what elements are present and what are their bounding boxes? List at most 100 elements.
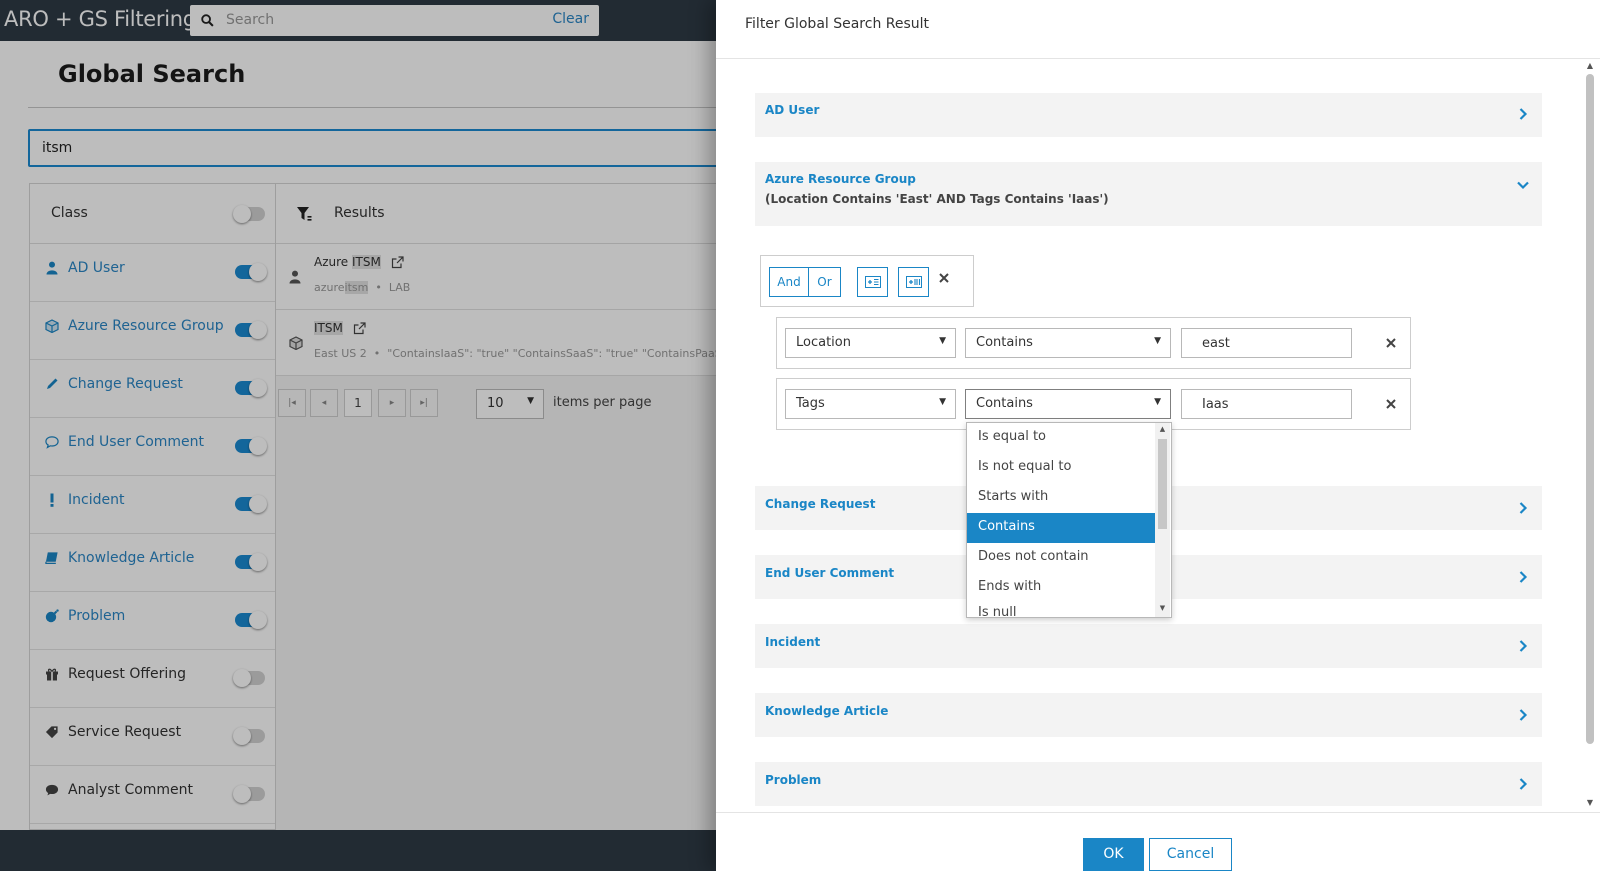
- class-item-analyst-comment[interactable]: Analyst Comment: [30, 766, 275, 824]
- filter-icon[interactable]: [296, 206, 313, 222]
- class-toggle[interactable]: [233, 785, 265, 803]
- next-page-button[interactable]: ▸: [378, 389, 406, 417]
- dropdown-option[interactable]: Starts with: [967, 483, 1155, 513]
- divider: [716, 58, 1600, 59]
- page-size-select[interactable]: 10 ▼: [476, 389, 544, 419]
- dropdown-scrollbar[interactable]: ▲ ▼: [1155, 423, 1170, 617]
- class-item-label: Incident: [68, 492, 125, 508]
- book-icon: [45, 551, 59, 565]
- class-toggle[interactable]: [235, 321, 267, 339]
- class-item-end-user-comment[interactable]: End User Comment: [30, 418, 275, 476]
- dropdown-option[interactable]: Ends with: [967, 573, 1155, 603]
- page-number-button[interactable]: 1: [344, 389, 372, 417]
- pencil-icon: [45, 377, 59, 391]
- value-input[interactable]: [1181, 328, 1352, 358]
- value-input[interactable]: [1181, 389, 1352, 419]
- section-knowledge-article[interactable]: Knowledge Article: [755, 693, 1542, 737]
- scroll-up-icon[interactable]: ▲: [1155, 425, 1170, 433]
- user-icon: [45, 261, 59, 275]
- and-button[interactable]: And: [769, 267, 809, 297]
- class-item-incident[interactable]: Incident: [30, 476, 275, 534]
- add-group-button[interactable]: [898, 267, 929, 297]
- dropdown-option-selected[interactable]: Contains: [967, 513, 1155, 543]
- scroll-thumb[interactable]: [1158, 439, 1167, 529]
- result-title-prefix: Azure: [314, 255, 352, 269]
- class-toggle[interactable]: [233, 727, 265, 745]
- close-icon[interactable]: [937, 271, 951, 285]
- field-select[interactable]: Tags ▼: [785, 389, 956, 419]
- class-toggle[interactable]: [235, 495, 267, 513]
- dialog-scrollbar[interactable]: ▲ ▼: [1582, 60, 1598, 810]
- add-expression-button[interactable]: [857, 267, 888, 297]
- result-sub-prefix: azure: [314, 281, 345, 294]
- dropdown-option[interactable]: Is equal to: [967, 423, 1155, 453]
- last-page-button[interactable]: ▸|: [410, 389, 438, 417]
- class-toggle[interactable]: [235, 553, 267, 571]
- or-button[interactable]: Or: [808, 267, 841, 297]
- operator-select[interactable]: Contains ▼: [965, 389, 1171, 419]
- section-ad-user[interactable]: AD User: [755, 93, 1542, 137]
- caret-down-icon: ▼: [1154, 397, 1161, 407]
- operator-select[interactable]: Contains ▼: [965, 328, 1171, 358]
- scroll-down-icon[interactable]: ▼: [1155, 604, 1170, 612]
- class-item-label: Azure Resource Group: [68, 318, 224, 334]
- field-select-value: Tags: [796, 396, 825, 411]
- global-search-input[interactable]: [28, 129, 728, 167]
- add-group-icon: [905, 276, 922, 288]
- search-placeholder[interactable]: Search: [226, 12, 274, 28]
- class-header: Class: [30, 184, 275, 244]
- remove-condition-icon[interactable]: [1384, 397, 1398, 411]
- field-select[interactable]: Location ▼: [785, 328, 956, 358]
- scroll-down-icon[interactable]: ▼: [1582, 797, 1598, 809]
- first-page-button[interactable]: |◂: [278, 389, 306, 417]
- operator-select-value: Contains: [976, 396, 1033, 411]
- class-item-service-request[interactable]: Service Request: [30, 708, 275, 766]
- external-link-icon[interactable]: [391, 256, 404, 269]
- result-title-highlight: ITSM: [351, 255, 381, 269]
- class-all-toggle[interactable]: [233, 205, 265, 223]
- dropdown-option[interactable]: Is null: [967, 603, 1155, 617]
- top-search-box[interactable]: Search Clear: [190, 5, 599, 36]
- section-incident[interactable]: Incident: [755, 624, 1542, 668]
- result-subtitle: azureitsm • LAB: [314, 281, 410, 294]
- remove-condition-icon[interactable]: [1384, 336, 1398, 350]
- result-row[interactable]: ITSM East US 2 • "ContainsIaaS": "true" …: [276, 310, 716, 376]
- scroll-thumb[interactable]: [1586, 74, 1594, 744]
- logic-toolbar: And Or: [760, 255, 974, 307]
- class-toggle[interactable]: [235, 263, 267, 281]
- result-title[interactable]: Azure ITSM: [314, 255, 404, 269]
- dialog-title: Filter Global Search Result: [745, 16, 930, 32]
- class-item-azure-resource-group[interactable]: Azure Resource Group: [30, 302, 275, 360]
- section-label: AD User: [765, 103, 820, 117]
- class-item-request-offering[interactable]: Request Offering: [30, 650, 275, 708]
- result-row[interactable]: Azure ITSM azureitsm • LAB: [276, 244, 716, 310]
- class-toggle[interactable]: [235, 611, 267, 629]
- cancel-button[interactable]: Cancel: [1149, 838, 1232, 871]
- dropdown-option[interactable]: Is not equal to: [967, 453, 1155, 483]
- class-item-ad-user[interactable]: AD User: [30, 244, 275, 302]
- chevron-right-icon: [1519, 778, 1528, 790]
- section-label: End User Comment: [765, 566, 895, 580]
- scroll-up-icon[interactable]: ▲: [1582, 60, 1598, 72]
- prev-page-button[interactable]: ◂: [310, 389, 338, 417]
- class-toggle[interactable]: [235, 379, 267, 397]
- clear-search-button[interactable]: Clear: [552, 11, 589, 27]
- result-title[interactable]: ITSM: [314, 321, 366, 335]
- class-toggle[interactable]: [233, 669, 265, 687]
- class-item-knowledge-article[interactable]: Knowledge Article: [30, 534, 275, 592]
- section-azure-resource-group[interactable]: Azure Resource Group (Location Contains …: [755, 162, 1542, 226]
- result-sub-separator: •: [375, 281, 382, 294]
- class-item-label: AD User: [68, 260, 125, 276]
- result-sub-rest: LAB: [388, 281, 411, 294]
- ok-button[interactable]: OK: [1083, 838, 1144, 871]
- caret-down-icon: ▼: [527, 396, 534, 406]
- class-item-problem[interactable]: Problem: [30, 592, 275, 650]
- section-problem[interactable]: Problem: [755, 762, 1542, 806]
- chevron-right-icon: [1519, 709, 1528, 721]
- class-toggle[interactable]: [235, 437, 267, 455]
- external-link-icon[interactable]: [353, 322, 366, 335]
- divider: [716, 812, 1600, 813]
- dropdown-option[interactable]: Does not contain: [967, 543, 1155, 573]
- class-item-change-request[interactable]: Change Request: [30, 360, 275, 418]
- chevron-down-icon: [1517, 181, 1529, 190]
